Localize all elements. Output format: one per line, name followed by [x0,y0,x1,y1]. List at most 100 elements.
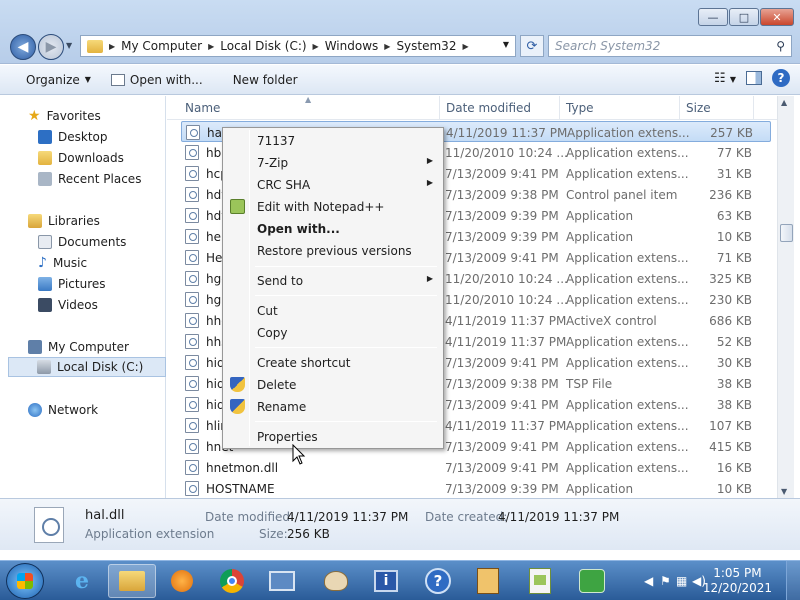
file-date: 4/11/2019 11:37 PM [445,335,567,349]
details-date-created-label: Date created: [425,510,508,524]
menu-separator [255,295,437,296]
file-name: hnetmon.dll [206,461,279,475]
notepad-plus-plus-app-icon[interactable] [516,564,564,598]
chevron-right-icon[interactable]: ▶ [384,42,390,51]
organize-button[interactable]: Organize ▼ [16,68,101,92]
file-row[interactable]: HOSTNAME 7/13/2009 9:39 PM Application 1… [181,478,771,498]
nav-network[interactable]: Network [28,400,98,420]
breadcrumb-windows[interactable]: Windows ▶ [325,39,391,53]
column-size[interactable]: Size [686,101,711,115]
file-type: Application extens... [566,146,689,160]
forward-button[interactable]: ▶ [38,34,64,60]
submenu-arrow-icon: ▶ [426,274,433,283]
file-type: Application extens... [566,167,689,181]
file-type: Application [566,230,634,244]
column-divider[interactable] [679,96,680,120]
maximize-button[interactable]: □ [729,8,759,26]
file-name: He [206,251,223,265]
column-divider[interactable] [439,96,440,120]
help-and-support-icon[interactable]: ? [414,564,462,598]
clock[interactable]: 1:05 PM 12/20/2021 [703,566,772,596]
file-size: 236 KB [709,188,752,202]
menu-item-cut[interactable]: Cut [225,300,441,321]
column-divider[interactable] [753,96,754,120]
chevron-down-icon[interactable]: ▼ [503,40,509,49]
scroll-down-icon[interactable]: ▼ [781,487,787,496]
new-folder-button[interactable]: New folder [223,68,308,92]
minimize-button[interactable]: — [698,8,728,26]
column-type[interactable]: Type [566,101,594,115]
paint-icon[interactable] [312,564,360,598]
recent-pages-dropdown-icon[interactable]: ▼ [66,41,72,50]
chevron-right-icon[interactable]: ▶ [208,42,214,51]
address-bar[interactable]: ▶ My Computer ▶ Local Disk (C:) ▶ Windows ▶… [80,35,516,57]
nav-documents[interactable]: Documents [38,232,126,252]
start-button[interactable] [6,563,44,599]
breadcrumb-system32[interactable]: System32 ▶ [396,39,468,53]
menu-item-crc-sha[interactable]: CRC SHA ▶ [225,174,441,195]
nav-libraries[interactable]: Libraries [28,211,100,231]
nav-music[interactable]: ♪ Music [38,253,87,273]
breadcrumb-my-computer[interactable]: My Computer ▶ [121,39,214,53]
show-hidden-icons-icon[interactable]: ◀ [644,574,653,588]
vertical-scrollbar[interactable]: ▲ ▼ [777,96,794,498]
nav-videos[interactable]: Videos [38,295,98,315]
solitaire-icon[interactable] [464,564,512,598]
search-icon[interactable]: ⚲ [776,39,785,53]
menu-item-open-with[interactable]: Open with... [225,218,441,239]
file-type: TSP File [566,377,613,391]
column-date-modified[interactable]: Date modified [446,101,531,115]
media-player-icon[interactable] [158,564,206,598]
breadcrumb-local-disk[interactable]: Local Disk (C:) ▶ [220,39,318,53]
nav-my-computer[interactable]: My Computer [28,337,129,357]
file-size: 63 KB [716,209,752,223]
nav-label: Libraries [48,214,100,228]
menu-item-send-to[interactable]: Send to ▶ [225,270,441,291]
column-name[interactable]: Name [185,101,220,115]
network-status-icon[interactable]: ▦ [676,574,687,588]
nav-favorites[interactable]: ★ Favorites [28,106,101,126]
new-folder-label: New folder [232,72,298,87]
nav-downloads[interactable]: Downloads [38,148,124,168]
nav-pictures[interactable]: Pictures [38,274,106,294]
menu-item-7zip[interactable]: 7-Zip ▶ [225,152,441,173]
help-icon[interactable]: ? [772,69,790,87]
view-options-icon[interactable]: ☷ ▼ [714,71,736,86]
refresh-button[interactable]: ⟳ [520,35,544,57]
menu-item-hash[interactable]: 71137 [225,130,441,151]
window-chrome: — □ ✕ ◀ ▶ ▼ ▶ My Computer ▶ Local Disk (C… [0,0,800,64]
open-with-button[interactable]: Open with... [101,68,213,92]
close-button[interactable]: ✕ [760,8,794,26]
nav-desktop[interactable]: Desktop [38,127,108,147]
search-input[interactable]: Search System32 ⚲ [548,35,792,57]
back-button[interactable]: ◀ [10,34,36,60]
chevron-right-icon[interactable]: ▶ [313,42,319,51]
remote-desktop-icon[interactable] [258,564,306,598]
menu-item-delete[interactable]: Delete [225,374,441,395]
menu-item-rename[interactable]: Rename [225,396,441,417]
preview-pane-icon[interactable] [746,71,762,85]
update-app-icon[interactable] [568,564,616,598]
scrollbar-thumb[interactable] [780,224,793,242]
info-app-icon[interactable]: i [362,564,410,598]
menu-item-edit-with-notepad[interactable]: Edit with Notepad++ [225,196,441,217]
menu-item-properties[interactable]: Properties [225,426,441,447]
menu-item-create-shortcut[interactable]: Create shortcut [225,352,441,373]
column-divider[interactable] [559,96,560,120]
file-explorer-icon[interactable] [108,564,156,598]
action-center-flag-icon[interactable]: ⚑ [660,574,671,588]
command-bar: Organize ▼ Open with... New folder ☷ ▼ ? [0,65,800,95]
show-desktop-button[interactable] [786,561,800,600]
internet-explorer-icon[interactable]: e [58,564,106,598]
chevron-right-icon[interactable]: ▶ [462,42,468,51]
file-size: 10 KB [716,482,752,496]
menu-label: Rename [257,400,307,414]
nav-recent-places[interactable]: Recent Places [38,169,141,189]
menu-item-copy[interactable]: Copy [225,322,441,343]
scroll-up-icon[interactable]: ▲ [781,98,787,107]
menu-item-restore-previous-versions[interactable]: Restore previous versions [225,240,441,261]
nav-local-disk[interactable]: Local Disk (C:) [8,357,166,377]
chrome-icon[interactable] [208,564,256,598]
chevron-right-icon[interactable]: ▶ [109,42,115,51]
file-row[interactable]: hnetmon.dll 7/13/2009 9:41 PM Applicatio… [181,457,771,478]
